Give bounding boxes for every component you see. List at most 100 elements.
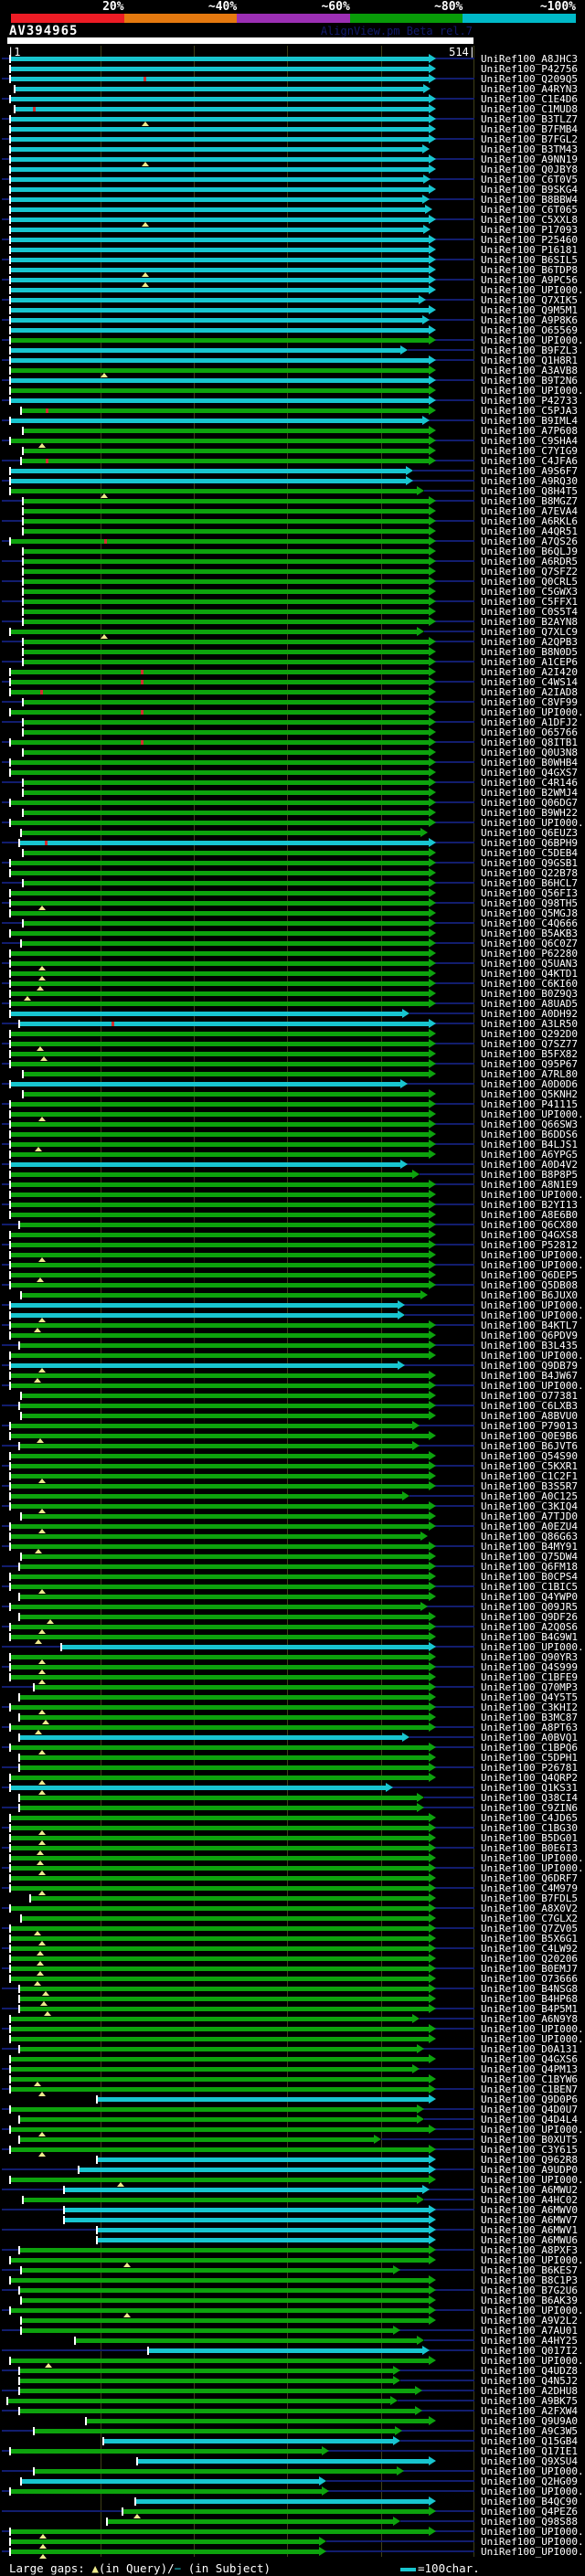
alignment-bar [10,961,430,966]
arrowhead [429,1813,437,1822]
arrowhead [429,1341,437,1350]
subject-gap-marker [44,841,48,845]
alignment-bar [10,388,430,393]
start-tick [21,728,24,737]
subject-line [404,1314,474,1316]
start-tick [8,1945,11,1953]
start-tick [21,879,24,887]
alignment-bar [19,1806,418,1810]
arrowhead [429,1582,437,1591]
arrowhead [392,2376,400,2385]
arrowhead [425,205,433,214]
start-tick [21,648,24,656]
alignment-bar [10,1534,421,1539]
alignment-bar [10,2549,320,2554]
start-tick [8,316,11,324]
alignment-row[interactable]: UniRef100_UPI000.. [0,2547,585,2559]
arrowhead [429,1702,437,1712]
arrowhead [429,2165,437,2174]
alignment-bar [10,1052,430,1056]
alignment-bar [10,177,424,182]
alignment-bar [10,1585,430,1589]
alignment-bar [10,760,430,765]
arrowhead [392,2436,400,2445]
start-tick [8,1965,11,1973]
start-tick [8,326,11,334]
start-tick [8,1703,11,1712]
start-tick [8,417,11,425]
alignment-bar [10,1032,430,1036]
arrowhead [429,154,437,164]
alignment-bar [10,2037,430,2041]
alignment-bar [19,1765,430,1770]
key-segment [349,14,463,23]
arrowhead [429,858,437,867]
arrowhead [422,195,431,204]
alignment-bar [10,1544,430,1549]
alignment-bar [10,1203,430,1207]
start-tick [8,929,11,938]
alignment-bar [10,1625,430,1629]
alignment-bar [23,499,430,504]
start-tick [8,296,11,304]
start-tick [8,688,11,696]
start-tick [21,718,24,726]
alignment-bar [10,1243,430,1247]
arrowhead [420,1532,429,1541]
start-tick [8,1633,11,1641]
arrowhead [429,989,437,998]
start-tick [8,1331,11,1340]
start-tick [8,1935,11,1943]
start-tick [21,809,24,817]
start-tick [8,1110,11,1118]
start-tick [8,1150,11,1159]
arrowhead [429,758,437,767]
arrowhead [429,1712,437,1722]
alignment-bar [23,509,430,514]
start-tick [8,1161,11,1169]
alignment-bar [10,861,430,865]
start-tick [8,1824,11,1832]
arrowhead [429,1652,437,1661]
alignment-bar [80,2168,430,2172]
arrowhead [429,94,437,103]
start-tick [17,1794,20,1802]
alignment-bar [76,2338,418,2343]
start-tick [17,2407,20,2415]
arrowhead [396,2466,404,2475]
start-tick [19,2296,22,2305]
start-tick [21,698,24,706]
arrowhead [429,587,437,596]
arrowhead [429,255,437,264]
start-tick [8,1975,11,1983]
start-tick [8,1864,11,1872]
start-tick [21,2196,24,2204]
key-percent-label: ~40% [207,0,238,14]
alignment-bar [21,408,430,413]
arrowhead [397,1361,405,1370]
subject-gap-marker [140,680,144,684]
alignment-bar [10,1635,430,1639]
alignment-bar [10,1524,430,1529]
subject-line [420,2018,474,2019]
alignment-bar [19,2007,430,2011]
start-tick [96,2156,99,2164]
alignment-bar [10,1745,430,1750]
start-tick [5,2397,8,2405]
start-tick [19,1392,22,1400]
subject-line [397,2400,474,2401]
scale-legend-text: =100char. [418,2561,480,2575]
arrowhead [429,1109,437,1118]
arrowhead [429,2295,437,2305]
start-tick [8,366,11,375]
arrowhead [429,1069,437,1078]
alignment-bar [19,1022,430,1026]
alignment-bar [10,2308,430,2313]
arrowhead [423,84,431,93]
alignment-bar [10,1062,430,1066]
hit-label[interactable]: UniRef100_UPI000.. [481,2547,585,2557]
start-tick [8,738,11,747]
arrowhead [429,496,437,505]
arrowhead [429,285,437,294]
arrowhead [429,1210,437,1219]
